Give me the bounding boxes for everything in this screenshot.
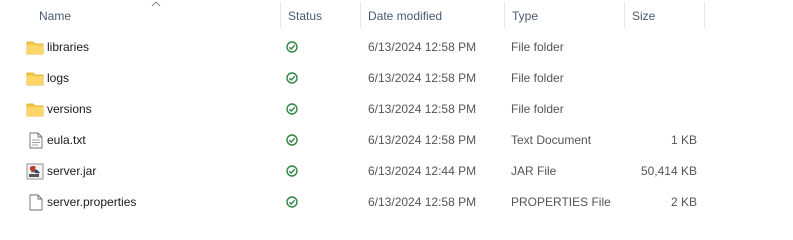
file-name[interactable]: server.jar [47,156,96,187]
available-locally-icon [286,41,298,53]
date-modified: 6/13/2024 12:58 PM [368,133,477,147]
available-locally-icon [286,134,298,146]
file-size [624,63,697,94]
generic-file-icon [29,194,43,211]
date-modified: 6/13/2024 12:58 PM [368,40,477,54]
file-name[interactable]: eula.txt [47,125,86,156]
file-type: JAR File [511,164,557,178]
file-row[interactable]: server.properties 6/13/2024 12:58 PM PRO… [0,187,793,218]
column-header-name[interactable]: Name [31,0,279,30]
file-type: File folder [511,102,564,116]
column-header-size[interactable]: Size [624,0,704,30]
date-modified: 6/13/2024 12:58 PM [368,195,477,209]
available-locally-icon [286,196,298,208]
file-name[interactable]: logs [47,63,69,94]
file-type: PROPERTIES File [511,195,611,209]
column-header-bar: Name Status Date modified Type Size [0,0,793,30]
file-row[interactable]: logs 6/13/2024 12:58 PM File folder [0,63,793,94]
file-size [624,32,697,63]
available-locally-icon [286,72,298,84]
column-header-status[interactable]: Status [280,0,360,30]
file-name[interactable]: versions [47,94,92,125]
file-type: File folder [511,40,564,54]
file-size [624,94,697,125]
folder-icon [26,41,44,55]
file-row[interactable]: libraries 6/13/2024 12:58 PM File folder [0,32,793,63]
file-row[interactable]: versions 6/13/2024 12:58 PM File folder [0,94,793,125]
file-size: 1 KB [670,133,697,147]
date-modified: 6/13/2024 12:44 PM [368,164,477,178]
column-divider[interactable] [704,2,705,28]
column-header-date-modified[interactable]: Date modified [360,0,504,30]
date-modified: 6/13/2024 12:58 PM [368,102,477,116]
jar-file-icon [26,163,44,180]
folder-icon [26,72,44,86]
file-size: 50,414 KB [640,164,697,178]
file-name[interactable]: libraries [47,32,89,63]
text-file-icon [29,132,43,149]
file-row[interactable]: server.jar 6/13/2024 12:44 PM JAR File 5… [0,156,793,187]
file-type: File folder [511,71,564,85]
file-name[interactable]: server.properties [47,187,136,218]
available-locally-icon [286,165,298,177]
folder-icon [26,103,44,117]
file-row[interactable]: eula.txt 6/13/2024 12:58 PM Text Documen… [0,125,793,156]
file-size: 2 KB [670,195,697,209]
date-modified: 6/13/2024 12:58 PM [368,71,477,85]
file-type: Text Document [511,133,592,147]
column-header-type[interactable]: Type [504,0,624,30]
available-locally-icon [286,103,298,115]
